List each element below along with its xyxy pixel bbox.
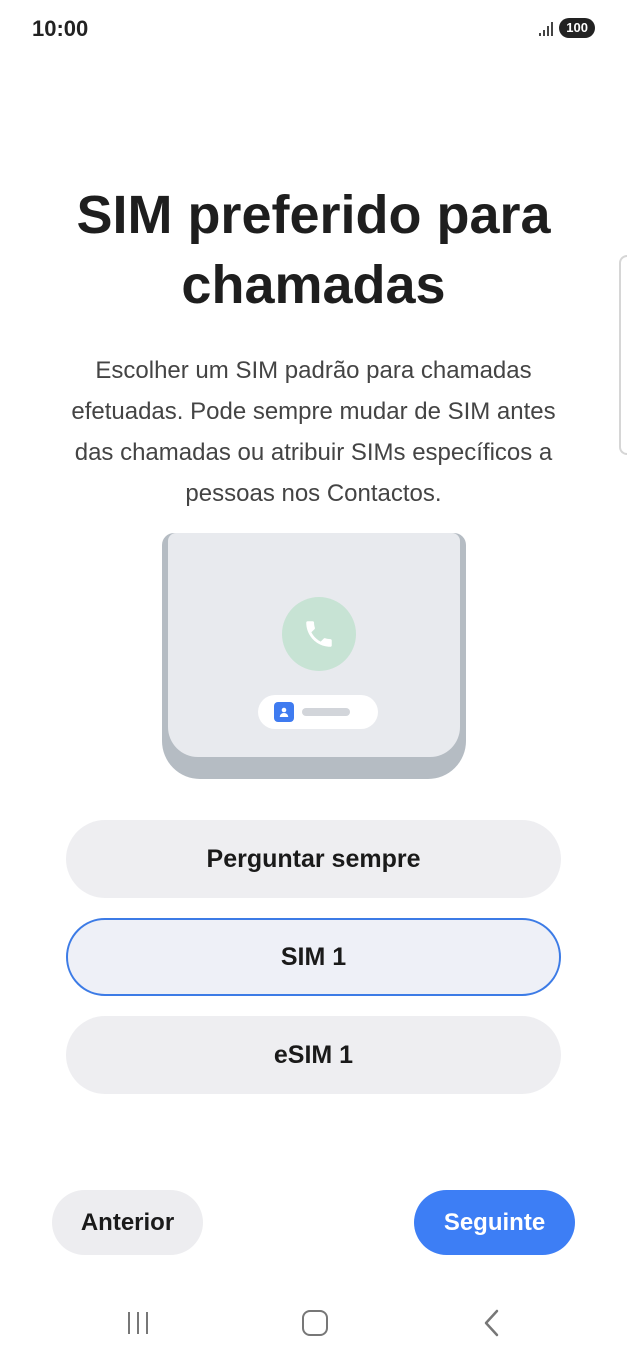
home-icon[interactable] — [302, 1310, 328, 1336]
page-description: Escolher um SIM padrão para chamadas efe… — [71, 357, 556, 507]
page-title: SIM preferido para chamadas — [76, 185, 551, 315]
recents-icon[interactable] — [128, 1312, 148, 1334]
option-sim-1[interactable]: SIM 1 — [66, 918, 561, 996]
setup-screen: 10:00 100 SIM preferido para chamadas Es… — [0, 0, 627, 1360]
contact-name-placeholder — [302, 708, 350, 716]
status-bar: 10:00 100 — [0, 0, 627, 60]
previous-button[interactable]: Anterior — [52, 1190, 203, 1255]
system-nav-bar — [0, 1290, 627, 1360]
battery-icon: 100 — [559, 18, 595, 38]
status-time: 10:00 — [32, 16, 89, 41]
phone-illustration — [162, 533, 466, 779]
option-esim-1[interactable]: eSIM 1 — [66, 1016, 561, 1094]
contact-icon — [274, 702, 294, 722]
next-button[interactable]: Seguinte — [414, 1190, 575, 1255]
scroll-indicator — [619, 255, 627, 455]
option-ask-always[interactable]: Perguntar sempre — [66, 820, 561, 898]
back-icon[interactable] — [482, 1308, 502, 1343]
phone-icon — [282, 597, 356, 671]
signal-icon — [539, 20, 554, 36]
phone-screen — [168, 533, 460, 757]
contact-pill — [258, 695, 378, 729]
status-icons: 100 — [539, 18, 595, 38]
